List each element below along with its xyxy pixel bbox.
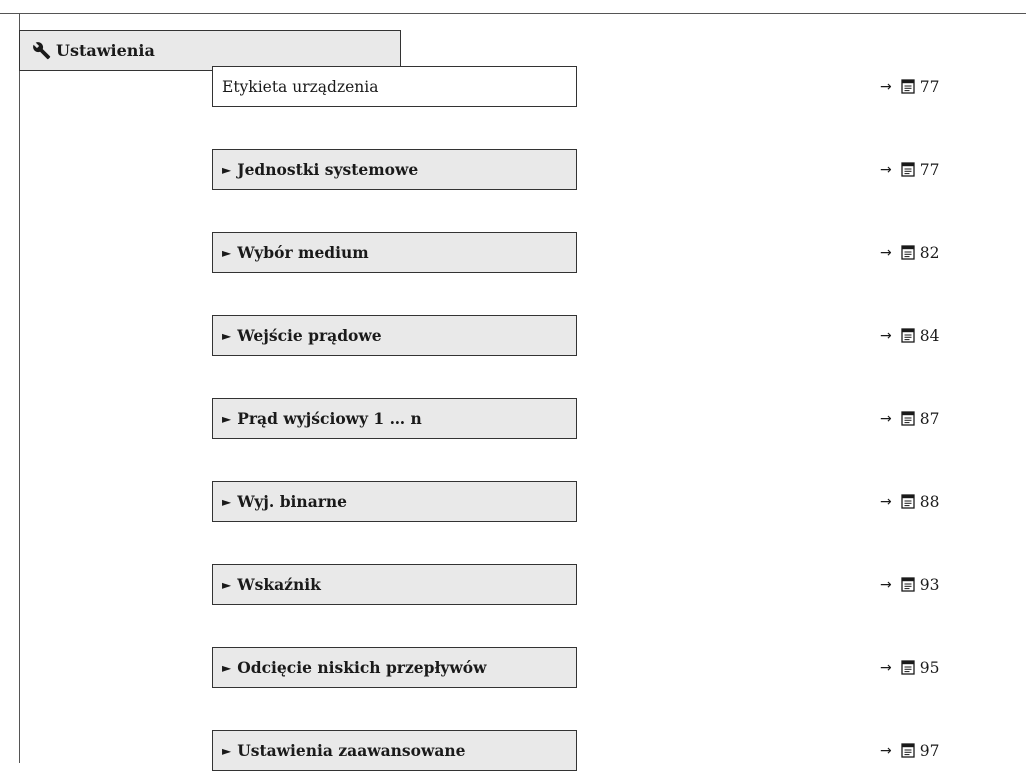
- book-icon: [901, 494, 915, 509]
- submenu-item[interactable]: ► Wskaźnik: [212, 564, 577, 605]
- book-icon: [901, 79, 915, 94]
- page-number: 87: [919, 409, 940, 428]
- page-reference[interactable]: → 84: [880, 315, 980, 356]
- page-reference[interactable]: → 88: [880, 481, 980, 522]
- page-number: 77: [919, 160, 940, 179]
- page-number: 93: [919, 575, 940, 594]
- menu-title-label: Ustawienia: [56, 41, 155, 60]
- page-number: 84: [919, 326, 940, 345]
- arrow-right-icon: →: [880, 78, 892, 95]
- submenu-item[interactable]: ► Wybór medium: [212, 232, 577, 273]
- submenu-item[interactable]: ► Prąd wyjściowy 1 … n: [212, 398, 577, 439]
- page-reference[interactable]: → 95: [880, 647, 980, 688]
- page-number: 82: [919, 243, 940, 262]
- submenu-arrow-icon: ►: [222, 494, 232, 509]
- arrow-right-icon: →: [880, 576, 892, 593]
- parameter-field[interactable]: Etykieta urządzenia: [212, 66, 577, 107]
- submenu-item[interactable]: ► Odcięcie niskich przepływów: [212, 647, 577, 688]
- submenu-arrow-icon: ►: [222, 660, 232, 675]
- submenu-arrow-icon: ►: [222, 245, 232, 260]
- arrow-right-icon: →: [880, 327, 892, 344]
- submenu-arrow-icon: ►: [222, 162, 232, 177]
- page-reference[interactable]: → 77: [880, 66, 980, 107]
- menu-item-label: Prąd wyjściowy 1 … n: [237, 409, 422, 428]
- arrow-right-icon: →: [880, 410, 892, 427]
- submenu-item[interactable]: ► Jednostki systemowe: [212, 149, 577, 190]
- book-icon: [901, 577, 915, 592]
- top-rule: [0, 13, 1026, 14]
- page-number: 88: [919, 492, 940, 511]
- menu-item-label: Etykieta urządzenia: [222, 77, 379, 96]
- book-icon: [901, 660, 915, 675]
- menu-item-label: Ustawienia zaawansowane: [237, 741, 466, 760]
- tree-connector-line: [19, 13, 20, 763]
- page-reference[interactable]: → 87: [880, 398, 980, 439]
- page-reference[interactable]: → 82: [880, 232, 980, 273]
- submenu-item[interactable]: ► Ustawienia zaawansowane: [212, 730, 577, 771]
- menu-item-label: Wejście prądowe: [237, 326, 382, 345]
- submenu-arrow-icon: ►: [222, 328, 232, 343]
- book-icon: [901, 411, 915, 426]
- arrow-right-icon: →: [880, 161, 892, 178]
- menu-item-label: Jednostki systemowe: [237, 160, 419, 179]
- wrench-icon: [33, 42, 51, 60]
- arrow-right-icon: →: [880, 493, 892, 510]
- page-number: 95: [919, 658, 940, 677]
- menu-item-label: Wyj. binarne: [237, 492, 348, 511]
- arrow-right-icon: →: [880, 659, 892, 676]
- menu-item-label: Wskaźnik: [237, 575, 321, 594]
- book-icon: [901, 162, 915, 177]
- book-icon: [901, 743, 915, 758]
- page-number: 77: [919, 77, 940, 96]
- page-reference[interactable]: → 77: [880, 149, 980, 190]
- submenu-item[interactable]: ► Wejście prądowe: [212, 315, 577, 356]
- book-icon: [901, 328, 915, 343]
- menu-title: Ustawienia: [19, 30, 401, 71]
- menu-item-label: Wybór medium: [237, 243, 369, 262]
- arrow-right-icon: →: [880, 742, 892, 759]
- page-reference[interactable]: → 93: [880, 564, 980, 605]
- page-reference[interactable]: → 97: [880, 730, 980, 771]
- book-icon: [901, 245, 915, 260]
- arrow-right-icon: →: [880, 244, 892, 261]
- submenu-arrow-icon: ►: [222, 577, 232, 592]
- submenu-item[interactable]: ► Wyj. binarne: [212, 481, 577, 522]
- submenu-arrow-icon: ►: [222, 411, 232, 426]
- page-number: 97: [919, 741, 940, 760]
- submenu-arrow-icon: ►: [222, 743, 232, 758]
- menu-item-label: Odcięcie niskich przepływów: [237, 658, 487, 677]
